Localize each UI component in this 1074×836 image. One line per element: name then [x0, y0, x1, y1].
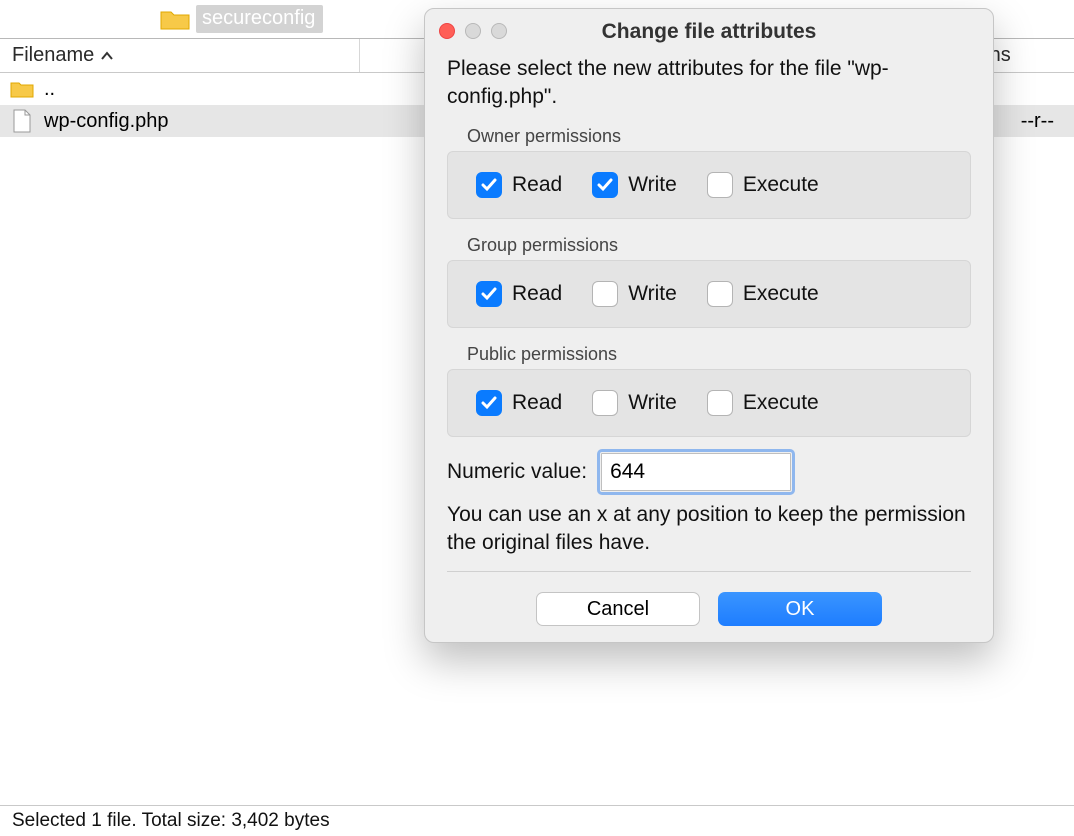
owner-permissions-label: Owner permissions [467, 126, 971, 147]
numeric-value-row: Numeric value: [447, 453, 971, 491]
minimize-icon [465, 23, 481, 39]
cancel-button[interactable]: Cancel [536, 592, 700, 626]
checkbox-label: Execute [743, 282, 819, 306]
owner-execute-checkbox[interactable]: Execute [707, 172, 819, 198]
group-permissions-label: Group permissions [467, 235, 971, 256]
checkbox-icon [592, 172, 618, 198]
numeric-value-input[interactable] [601, 453, 791, 491]
folder-icon [160, 8, 190, 30]
sort-ascending-icon [100, 44, 114, 67]
checkbox-icon [707, 281, 733, 307]
checkbox-label: Read [512, 391, 562, 415]
group-execute-checkbox[interactable]: Execute [707, 281, 819, 307]
ok-button[interactable]: OK [718, 592, 882, 626]
public-read-checkbox[interactable]: Read [476, 390, 562, 416]
close-icon[interactable] [439, 23, 455, 39]
dialog-title: Change file attributes [425, 20, 993, 44]
public-permissions-group: Read Write Execute [447, 369, 971, 437]
dialog-prompt: Please select the new attributes for the… [447, 55, 971, 112]
folder-icon [10, 77, 34, 101]
public-permissions-label: Public permissions [467, 344, 971, 365]
checkbox-label: Read [512, 173, 562, 197]
owner-permissions-group: Read Write Execute [447, 151, 971, 219]
checkbox-label: Read [512, 282, 562, 306]
checkbox-label: Execute [743, 391, 819, 415]
checkbox-icon [476, 172, 502, 198]
group-write-checkbox[interactable]: Write [592, 281, 677, 307]
group-permissions-group: Read Write Execute [447, 260, 971, 328]
path-folder-label[interactable]: secureconfig [196, 5, 323, 33]
owner-write-checkbox[interactable]: Write [592, 172, 677, 198]
checkbox-icon [592, 281, 618, 307]
change-attributes-dialog: Change file attributes Please select the… [424, 8, 994, 643]
checkbox-label: Execute [743, 173, 819, 197]
group-read-checkbox[interactable]: Read [476, 281, 562, 307]
checkbox-icon [707, 172, 733, 198]
status-text: Selected 1 file. Total size: 3,402 bytes [12, 810, 330, 832]
checkbox-label: Write [628, 391, 677, 415]
window-controls [439, 23, 507, 39]
dialog-titlebar: Change file attributes [425, 9, 993, 55]
file-row-permissions: --r-- [1021, 110, 1054, 133]
column-header-filename-label: Filename [12, 44, 94, 67]
checkbox-label: Write [628, 173, 677, 197]
checkbox-label: Write [628, 282, 677, 306]
checkbox-icon [707, 390, 733, 416]
divider [447, 571, 971, 572]
public-write-checkbox[interactable]: Write [592, 390, 677, 416]
owner-read-checkbox[interactable]: Read [476, 172, 562, 198]
checkbox-icon [592, 390, 618, 416]
file-icon [10, 109, 34, 133]
public-execute-checkbox[interactable]: Execute [707, 390, 819, 416]
column-header-filename[interactable]: Filename [0, 39, 360, 72]
dialog-buttons: Cancel OK [425, 592, 993, 626]
file-row-name: wp-config.php [44, 110, 169, 133]
cancel-button-label: Cancel [587, 598, 649, 621]
numeric-hint: You can use an x at any position to keep… [447, 501, 971, 558]
numeric-value-label: Numeric value: [447, 460, 587, 484]
ok-button-label: OK [786, 598, 815, 621]
file-row-name: .. [44, 78, 55, 101]
status-bar: Selected 1 file. Total size: 3,402 bytes [0, 806, 1074, 836]
zoom-icon [491, 23, 507, 39]
checkbox-icon [476, 281, 502, 307]
checkbox-icon [476, 390, 502, 416]
